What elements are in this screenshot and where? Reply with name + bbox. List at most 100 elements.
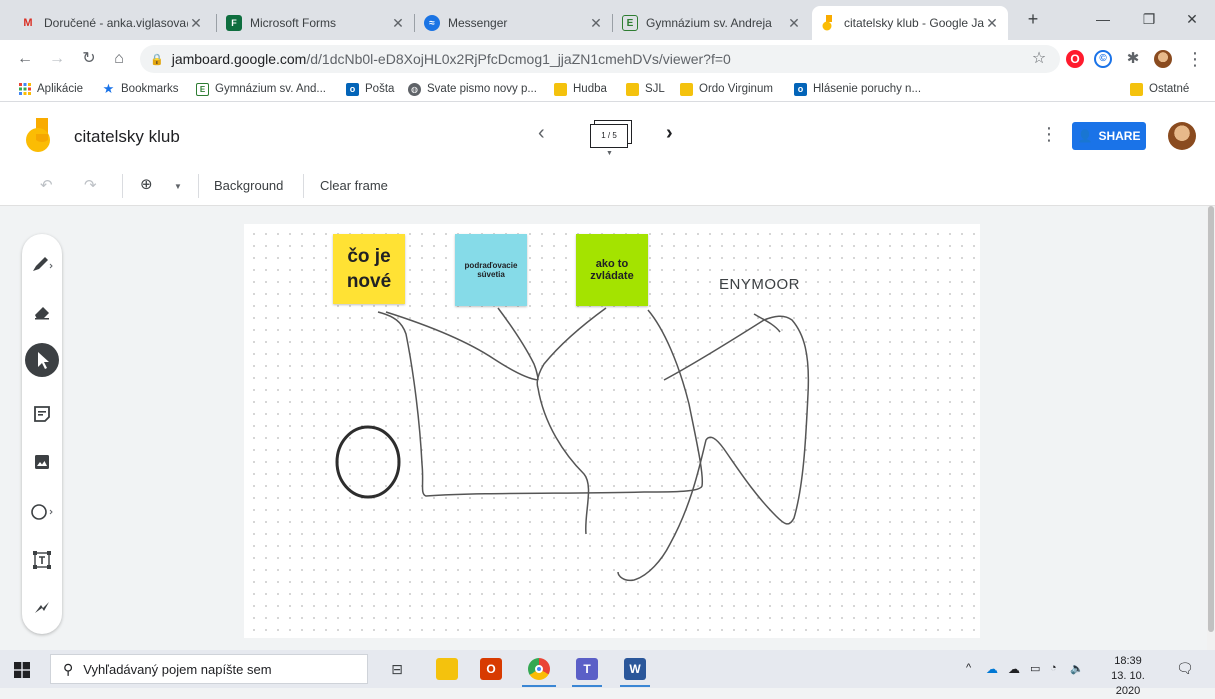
forward-arrow-icon[interactable]: → — [46, 48, 68, 70]
image-icon[interactable] — [22, 446, 62, 478]
bookmark-folder-ostatne[interactable]: Ostatné — [1130, 81, 1189, 97]
gmail-icon: M — [23, 17, 33, 29]
folder-icon — [1130, 82, 1143, 96]
bookmark-label: Hlásenie poruchy n... — [813, 83, 922, 95]
tab-divider — [612, 14, 613, 32]
more-options-icon[interactable]: ⋮ — [1040, 124, 1058, 145]
tab-jamboard[interactable]: citatelsky klub - Google Jam ✕ — [812, 6, 1008, 40]
bookmark-svate-pismo[interactable]: ◍ Svate pismo novy p... — [408, 81, 537, 97]
extensions-puzzle-icon[interactable]: ✱ — [1124, 50, 1142, 68]
sticky-note-icon[interactable] — [22, 398, 62, 430]
circle-icon[interactable] — [22, 496, 62, 528]
bookmark-bookmarks[interactable]: ★ Bookmarks — [102, 81, 179, 97]
bookmark-label: Svate pismo novy p... — [427, 83, 537, 95]
folder-icon — [626, 82, 639, 96]
minimize-button[interactable]: — — [1080, 6, 1126, 32]
chrome-icon[interactable] — [528, 658, 550, 680]
zoom-in-icon[interactable]: ⊕ — [140, 175, 153, 193]
notification-center-icon[interactable]: 🗨 — [1176, 660, 1194, 677]
jamboard-logo-icon[interactable] — [24, 118, 52, 157]
laser-icon[interactable] — [22, 592, 62, 624]
bookmark-hlasenie-poruchy[interactable]: o Hlásenie poruchy n... — [794, 81, 921, 97]
close-window-button[interactable]: ✕ — [1169, 6, 1215, 32]
bookmark-gymnazium[interactable]: E Gymnázium sv. And... — [196, 81, 326, 97]
teams-icon[interactable]: T — [576, 658, 598, 680]
task-view-icon[interactable]: ⊟ — [386, 658, 408, 680]
previous-frame-chevron-icon[interactable]: ‹ — [538, 122, 545, 145]
cloud-outline-icon[interactable]: ☁ — [1008, 662, 1020, 676]
clear-frame-button[interactable]: Clear frame — [320, 178, 388, 193]
jam-title[interactable]: citatelsky klub — [74, 127, 180, 147]
clock-time: 18:39 — [1114, 655, 1142, 667]
browser-menu-icon[interactable]: ⋮ — [1184, 48, 1206, 70]
search-icon: ⚲ — [63, 660, 74, 677]
undo-icon[interactable]: ↶ — [40, 176, 53, 194]
onedrive-icon[interactable]: ☁ — [986, 662, 998, 676]
bookmark-posta[interactable]: o Pošta — [346, 81, 394, 97]
battery-icon[interactable]: ▭ — [1030, 662, 1040, 675]
windows-start-icon[interactable] — [14, 662, 30, 678]
tab-title: Messenger — [448, 16, 508, 30]
close-tab-icon[interactable]: ✕ — [390, 15, 406, 32]
messenger-icon: ≈ — [424, 15, 440, 31]
wifi-icon[interactable]: ◔ — [1050, 662, 1057, 674]
close-tab-icon[interactable]: ✕ — [588, 15, 604, 32]
bookmark-folder-ordo-virginum[interactable]: Ordo Virginum — [680, 81, 773, 97]
system-clock[interactable]: 18:39 13. 10. 2020 — [1100, 654, 1156, 699]
eraser-icon[interactable] — [22, 296, 62, 328]
jamboard-toolbar: ↶ ↷ ⊕ ▼ Background Clear frame — [0, 166, 1215, 206]
close-tab-icon[interactable]: ✕ — [786, 15, 802, 32]
taskbar-search-box[interactable]: ⚲ Vyhľadávaný pojem napíšte sem — [50, 654, 368, 684]
bookmark-apps[interactable]: Aplikácie — [18, 81, 83, 97]
reload-icon[interactable]: ↻ — [78, 48, 100, 70]
toolbar-divider — [122, 174, 123, 198]
close-tab-icon[interactable]: ✕ — [984, 15, 1000, 32]
address-bar[interactable]: 🔒 jamboard.google.com/d/1dcNb0l-eD8XojHL… — [140, 45, 1060, 73]
volume-icon[interactable]: 🔈 — [1070, 662, 1084, 675]
bookmark-folder-hudba[interactable]: Hudba — [554, 81, 607, 97]
gymnazium-icon: E — [196, 82, 209, 96]
share-button[interactable]: 👤 SHARE — [1072, 122, 1146, 150]
tab-title: Microsoft Forms — [250, 16, 337, 30]
select-icon[interactable] — [22, 343, 62, 377]
lock-icon: 🔒 — [150, 53, 164, 66]
bookmark-label: Ostatné — [1149, 83, 1190, 95]
back-arrow-icon[interactable]: ← — [14, 48, 36, 70]
background-button[interactable]: Background — [214, 178, 283, 193]
zoom-dropdown-caret-icon[interactable]: ▼ — [174, 182, 182, 191]
tab-gmail[interactable]: M Doručené - anka.viglasova@ ✕ — [12, 6, 212, 40]
close-tab-icon[interactable]: ✕ — [188, 15, 204, 32]
globe-icon: ◍ — [408, 82, 421, 96]
redo-icon[interactable]: ↷ — [84, 176, 97, 194]
frame-indicator[interactable]: 1 / 5 — [590, 124, 628, 148]
account-avatar[interactable] — [1168, 122, 1196, 150]
bookmark-folder-sjl[interactable]: SJL — [626, 81, 665, 97]
file-explorer-icon[interactable] — [436, 658, 458, 680]
tab-gymnazium[interactable]: E Gymnázium sv. Andreja ✕ — [614, 6, 810, 40]
tray-overflow-chevron-icon[interactable]: ^ — [966, 662, 971, 674]
bookmark-star-icon[interactable]: ☆ — [1028, 48, 1050, 70]
folder-icon — [680, 82, 693, 96]
apps-grid-icon — [18, 83, 31, 96]
scrollbar-thumb[interactable] — [1208, 206, 1214, 632]
restore-button[interactable]: ❐ — [1126, 6, 1172, 32]
home-icon[interactable]: ⌂ — [108, 48, 130, 70]
word-icon[interactable]: W — [624, 658, 646, 680]
profile-avatar[interactable] — [1154, 50, 1172, 68]
ink-drawing[interactable] — [244, 224, 980, 638]
office-icon[interactable]: O — [480, 658, 502, 680]
copyright-extension-icon[interactable]: © — [1094, 50, 1112, 68]
frame-dropdown-caret-icon[interactable]: ▼ — [606, 150, 613, 157]
next-frame-chevron-icon[interactable]: › — [666, 122, 673, 145]
folder-icon — [554, 82, 567, 96]
tab-messenger[interactable]: ≈ Messenger ✕ — [416, 6, 612, 40]
ink-stroke-5 — [537, 387, 590, 535]
opera-extension-icon[interactable]: O — [1066, 50, 1084, 68]
text-box-icon[interactable] — [22, 544, 62, 576]
outlook-icon: o — [794, 82, 807, 96]
tab-microsoft-forms[interactable]: F Microsoft Forms ✕ — [218, 6, 414, 40]
pen-icon[interactable] — [22, 248, 62, 280]
jam-canvas[interactable]: čo je nové podraďovacie súvetia ako to z… — [244, 224, 980, 638]
bookmark-label: Ordo Virginum — [699, 83, 773, 95]
new-tab-button[interactable]: + — [1010, 6, 1056, 32]
